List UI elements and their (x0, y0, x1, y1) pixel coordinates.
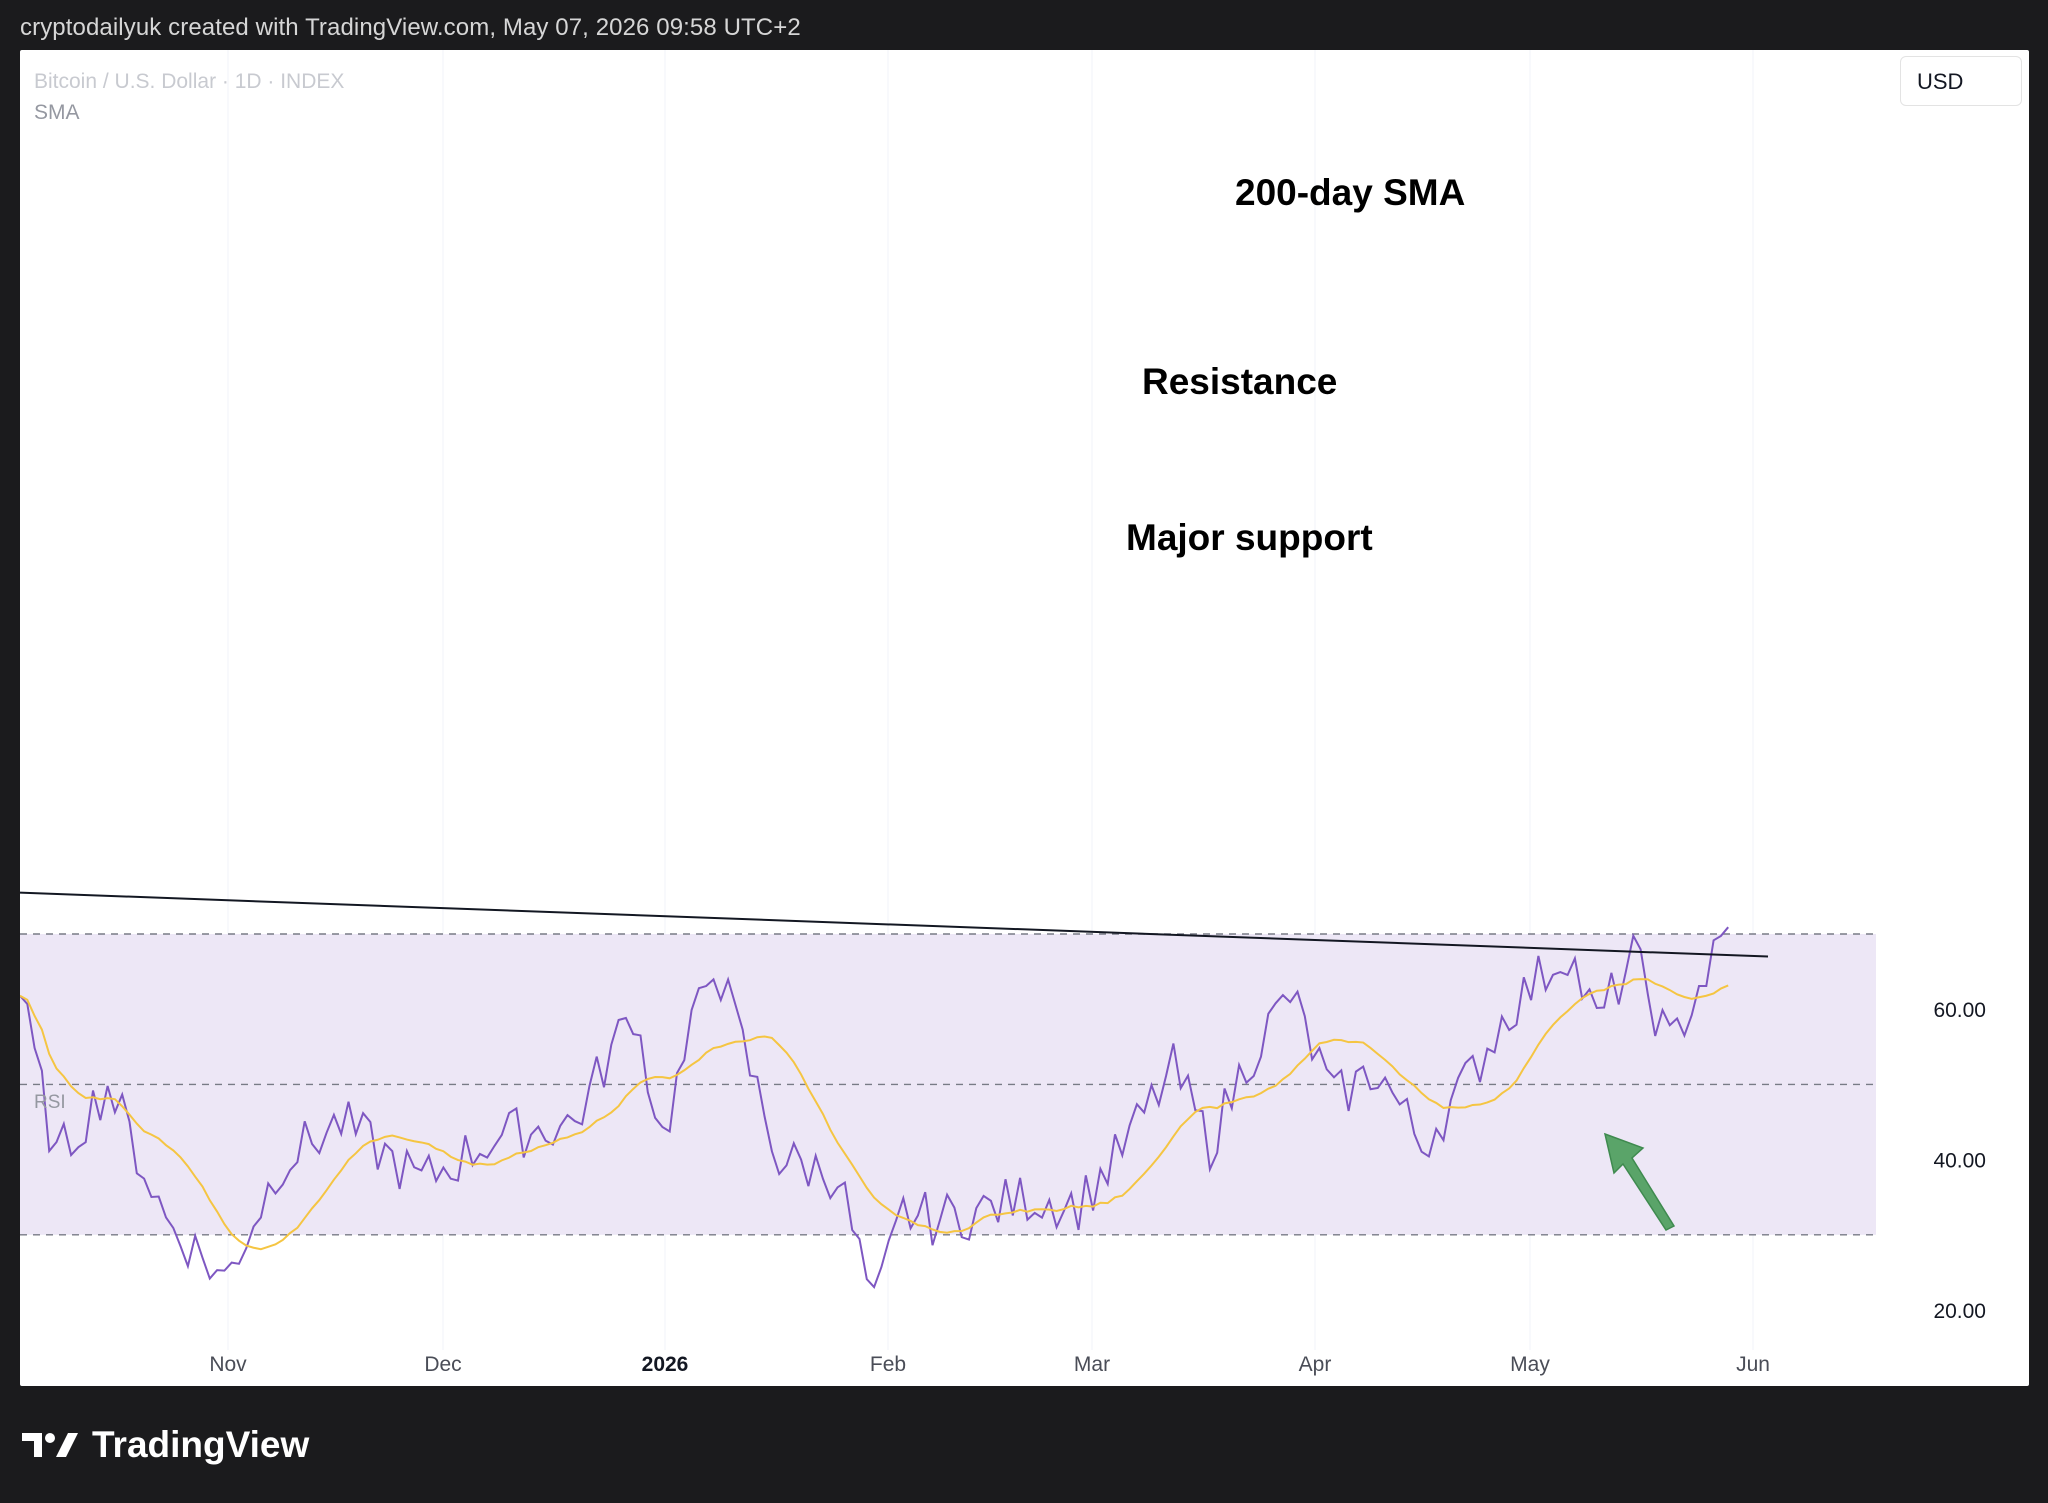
annotation-200-day-sma: 200-day SMA (1235, 172, 1466, 213)
indicator-label-sma[interactable]: SMA (34, 101, 80, 125)
time-tick-label: Apr (1299, 1353, 1332, 1376)
series-label[interactable]: Bitcoin / U.S. Dollar · 1D · INDEX (34, 70, 344, 94)
rsi-pane: 20.00 40.00 60.00 (20, 891, 1986, 1323)
time-tick-label: Nov (209, 1353, 247, 1376)
chart-frame: 60,000.0062,500.0065,000.0067,500.0070,0… (20, 50, 2029, 1386)
annotation-major-support: Major support (1126, 517, 1373, 558)
time-tick-label: May (1510, 1353, 1550, 1376)
time-tick-label: Dec (424, 1353, 461, 1376)
tradingview-logo-icon (22, 1433, 78, 1457)
time-tick-label: Feb (870, 1353, 906, 1376)
chart-attribution: cryptodailyuk created with TradingView.c… (20, 14, 801, 41)
indicator-label-rsi[interactable]: RSI (34, 1092, 66, 1114)
time-tick-label: Jun (1736, 1353, 1770, 1376)
time-tick-label: Mar (1074, 1353, 1110, 1376)
price-chart[interactable]: 60,000.0062,500.0065,000.0067,500.0070,0… (20, 50, 2029, 1386)
rsi-tick-label: 20.00 (1933, 1300, 1986, 1323)
footer-brand: TradingView (92, 1424, 310, 1465)
currency-selector[interactable]: USD (1900, 56, 2022, 106)
annotation-resistance: Resistance (1142, 361, 1338, 402)
time-tick-label: 2026 (642, 1353, 689, 1376)
rsi-tick-label: 60.00 (1933, 999, 1986, 1022)
time-axis: Nov Dec 2026 Feb Mar Apr May Jun (209, 1353, 1770, 1376)
rsi-tick-label: 40.00 (1933, 1150, 1986, 1173)
tradingview-logo[interactable]: TradingView (22, 1424, 309, 1466)
